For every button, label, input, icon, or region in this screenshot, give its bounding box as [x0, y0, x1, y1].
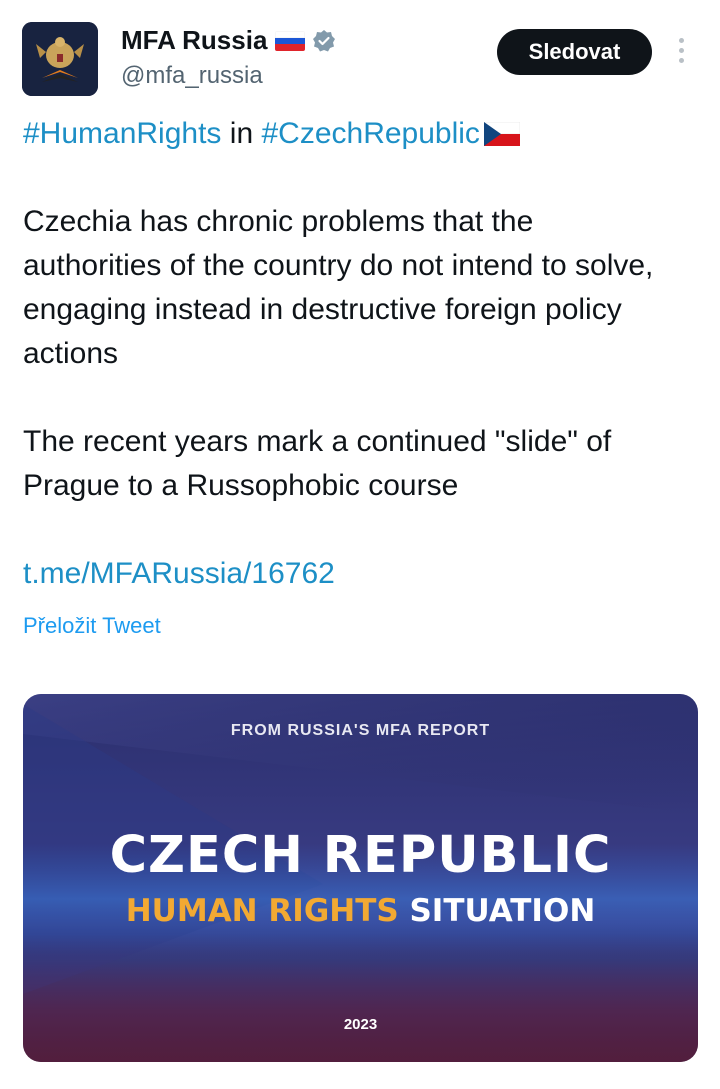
czech-flag-icon [483, 115, 521, 146]
media-title: CZECH REPUBLIC [109, 826, 612, 885]
hashtag-czechrepublic[interactable]: #CzechRepublic [261, 117, 479, 150]
media-subtitle-highlight: HUMAN RIGHTS [125, 893, 399, 929]
tweet-paragraph-2: The recent years mark a continued "slide… [23, 425, 612, 502]
verified-badge-icon [312, 29, 336, 53]
translate-tweet-link[interactable]: Přeložit Tweet [23, 613, 161, 639]
author-handle[interactable]: @mfa_russia [121, 62, 263, 90]
russia-flag-icon [275, 30, 306, 51]
coat-of-arms-icon [22, 22, 98, 96]
author-name-row: MFA Russia [121, 25, 336, 56]
follow-button[interactable]: Sledovat [497, 29, 652, 75]
tweet-hashtag-line: #HumanRights in #CzechRepublic [23, 112, 703, 156]
author-name[interactable]: MFA Russia [121, 25, 267, 56]
media-card-image[interactable]: FROM RUSSIA'S MFA REPORT CZECH REPUBLIC … [23, 694, 698, 1062]
more-options-icon[interactable] [675, 38, 687, 66]
in-word: in [221, 117, 262, 150]
tweet-paragraph-1: Czechia has chronic problems that the au… [23, 205, 654, 370]
media-year: 2023 [343, 1016, 378, 1033]
avatar[interactable] [22, 22, 98, 96]
tweet-link[interactable]: t.me/MFARussia/16762 [23, 557, 335, 590]
tweet-text: #HumanRights in #CzechRepublic Czechia h… [23, 112, 703, 596]
media-subtitle: HUMAN RIGHTS SITUATION [23, 893, 698, 929]
media-top-label: FROM RUSSIA'S MFA REPORT [230, 722, 491, 739]
media-subtitle-rest: SITUATION [398, 893, 596, 929]
hashtag-humanrights[interactable]: #HumanRights [23, 117, 221, 150]
